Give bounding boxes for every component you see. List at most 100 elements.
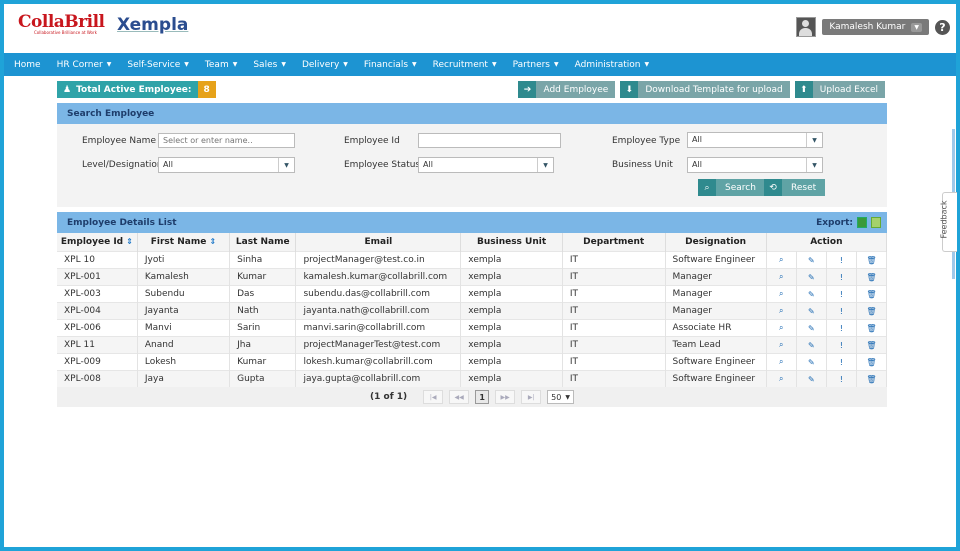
nav-financials[interactable]: Financials ▼ [356, 60, 425, 70]
delete-icon[interactable]: 🗑 [856, 285, 888, 303]
sort-icon: ⇕ [126, 237, 133, 246]
add-employee-button[interactable]: ➔ Add Employee [518, 81, 616, 98]
employee-name-input[interactable] [158, 133, 295, 148]
nav-home[interactable]: Home [6, 60, 49, 70]
last-page-button[interactable]: ▶| [521, 390, 542, 404]
page-size-select[interactable]: 50 ▼ [547, 390, 574, 404]
info-icon[interactable]: ! [826, 319, 857, 337]
cell-business-unit: xempla [460, 353, 563, 371]
info-icon[interactable]: ! [826, 353, 857, 371]
delete-icon[interactable]: 🗑 [856, 302, 888, 320]
delete-icon[interactable]: 🗑 [856, 251, 888, 269]
cell-designation: Manager [665, 302, 767, 320]
nav-partners[interactable]: Partners ▼ [505, 60, 567, 70]
cell-first-name: Jaya [137, 370, 231, 387]
chevron-down-icon: ▼ [232, 61, 238, 68]
help-icon[interactable]: ? [935, 19, 950, 35]
nav-delivery[interactable]: Delivery ▼ [294, 60, 356, 70]
cell-email: kamalesh.kumar@collabrill.com [295, 268, 462, 286]
business-unit-select[interactable]: All ▼ [687, 157, 823, 173]
view-icon[interactable]: ⌕ [766, 268, 797, 286]
action-bar: ♟ Total Active Employee: 8 ➔ Add Employee… [4, 81, 956, 103]
cell-designation: Associate HR [665, 319, 767, 337]
xempla-logo[interactable]: Xempla [117, 15, 188, 35]
action-buttons: ➔ Add Employee ⬇ Download Template for u… [518, 81, 885, 98]
cell-department: IT [562, 268, 666, 286]
first-page-button[interactable]: |◀ [423, 390, 444, 404]
feedback-tab[interactable]: Feedback [940, 192, 957, 252]
level-designation-select[interactable]: All ▼ [158, 157, 295, 173]
search-button[interactable]: ⌕ Search [698, 179, 765, 196]
edit-icon[interactable]: ✎ [796, 251, 827, 269]
nav-team[interactable]: Team ▼ [197, 60, 245, 70]
chevron-down-icon: ▼ [644, 61, 650, 68]
nav-recruitment[interactable]: Recruitment ▼ [425, 60, 505, 70]
table-row: XPL-001 Kamalesh Kumar kamalesh.kumar@colla… [57, 268, 888, 286]
nav-hr-corner[interactable]: HR Corner ▼ [49, 60, 120, 70]
cell-business-unit: xempla [460, 251, 563, 269]
nav-self-service[interactable]: Self-Service ▼ [119, 60, 197, 70]
col-department: Department [562, 233, 666, 252]
view-icon[interactable]: ⌕ [766, 370, 797, 387]
pagination: (1 of 1) |◀ ◀◀ 1 ▶▶ ▶| 50 ▼ [57, 387, 887, 407]
nav-administration[interactable]: Administration ▼ [567, 60, 657, 70]
view-icon[interactable]: ⌕ [766, 251, 797, 269]
delete-icon[interactable]: 🗑 [856, 268, 888, 286]
cell-email: jayanta.nath@collabrill.com [295, 302, 462, 320]
search-panel-title: Search Employee [57, 103, 887, 124]
upload-icon: ⬆ [794, 81, 813, 98]
view-icon[interactable]: ⌕ [766, 319, 797, 337]
reset-button[interactable]: ⟲ Reset [764, 179, 826, 196]
current-page-button[interactable]: 1 [475, 390, 490, 404]
info-icon[interactable]: ! [826, 268, 857, 286]
nav-sales[interactable]: Sales ▼ [245, 60, 294, 70]
delete-icon[interactable]: 🗑 [856, 336, 888, 354]
employee-id-input[interactable] [418, 133, 561, 148]
col-first-name[interactable]: First Name ⇕ [137, 233, 231, 252]
info-icon[interactable]: ! [826, 336, 857, 354]
cell-employee-id: XPL-001 [57, 268, 138, 286]
next-page-button[interactable]: ▶▶ [495, 390, 516, 404]
employee-status-select[interactable]: All ▼ [418, 157, 554, 173]
cell-employee-id: XPL 10 [57, 251, 138, 269]
delete-icon[interactable]: 🗑 [856, 319, 888, 337]
info-icon[interactable]: ! [826, 251, 857, 269]
edit-icon[interactable]: ✎ [796, 319, 827, 337]
upload-excel-button[interactable]: ⬆ Upload Excel [794, 81, 885, 98]
table-row: XPL-004 Jayanta Nath jayanta.nath@collabril… [57, 302, 888, 320]
chevron-down-icon: ▼ [537, 158, 553, 172]
edit-icon[interactable]: ✎ [796, 302, 827, 320]
edit-icon[interactable]: ✎ [796, 353, 827, 371]
employee-type-select[interactable]: All ▼ [687, 132, 823, 148]
col-employee-id[interactable]: Employee Id ⇕ [57, 233, 138, 252]
info-icon[interactable]: ! [826, 285, 857, 303]
user-area: Kamalesh Kumar ▼ ? [796, 17, 950, 37]
employee-list-panel: Employee Details List Export: Employee I… [57, 212, 888, 407]
edit-icon[interactable]: ✎ [796, 370, 827, 387]
delete-icon[interactable]: 🗑 [856, 370, 888, 387]
avatar [796, 17, 817, 37]
cell-email: subendu.das@collabrill.com [295, 285, 462, 303]
cell-email: projectManagerTest@test.com [295, 336, 462, 354]
collabrill-logo[interactable]: CollaBrill Collaborative Brilliance at W… [18, 12, 105, 35]
user-menu-button[interactable]: Kamalesh Kumar ▼ [822, 19, 929, 35]
excel-export-icon[interactable] [857, 217, 867, 228]
employee-name-label: Employee Name [82, 136, 156, 146]
edit-icon[interactable]: ✎ [796, 268, 827, 286]
csv-export-icon[interactable] [871, 217, 881, 228]
cell-first-name: Subendu [137, 285, 231, 303]
download-template-button[interactable]: ⬇ Download Template for upload [620, 81, 790, 98]
view-icon[interactable]: ⌕ [766, 336, 797, 354]
delete-icon[interactable]: 🗑 [856, 353, 888, 371]
prev-page-button[interactable]: ◀◀ [449, 390, 470, 404]
edit-icon[interactable]: ✎ [796, 336, 827, 354]
col-last-name: Last Name [229, 233, 297, 252]
level-designation-label: Level/Designation [82, 160, 163, 170]
cell-last-name: Nath [229, 302, 297, 320]
view-icon[interactable]: ⌕ [766, 353, 797, 371]
info-icon[interactable]: ! [826, 302, 857, 320]
edit-icon[interactable]: ✎ [796, 285, 827, 303]
view-icon[interactable]: ⌕ [766, 302, 797, 320]
view-icon[interactable]: ⌕ [766, 285, 797, 303]
info-icon[interactable]: ! [826, 370, 857, 387]
